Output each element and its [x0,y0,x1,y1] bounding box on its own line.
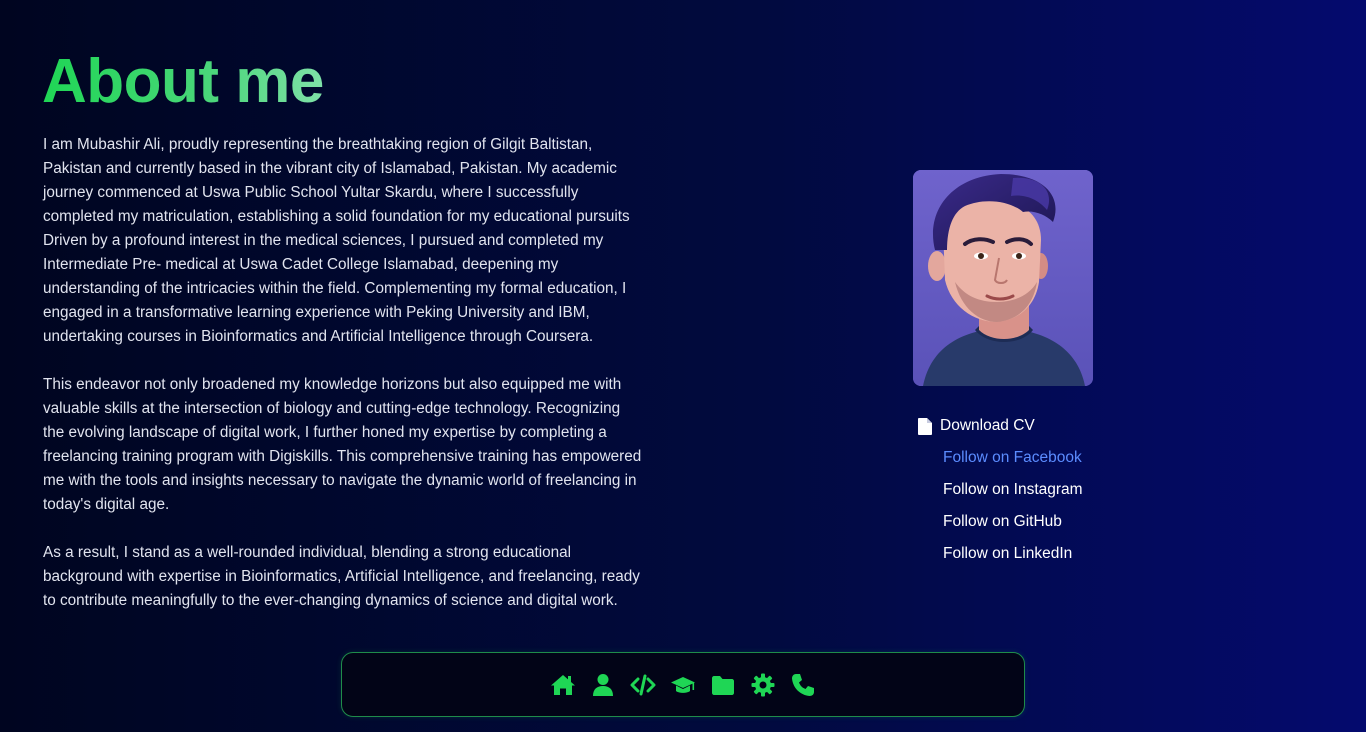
linkedin-link[interactable]: Follow on LinkedIn [918,538,1178,570]
avatar-portrait [913,170,1093,386]
folder-icon[interactable] [710,672,736,698]
home-icon[interactable] [550,672,576,698]
code-icon[interactable] [630,672,656,698]
download-cv-label: Download CV [940,417,1035,434]
bio-paragraph-2: This endeavor not only broadened my know… [43,376,642,513]
bottom-nav-bar [341,652,1025,717]
gear-icon[interactable] [750,672,776,698]
download-cv-link[interactable]: Download CV [918,410,1178,442]
profile-avatar [913,170,1093,386]
facebook-link[interactable]: Follow on Facebook [918,442,1178,474]
bio-section: I am Mubashir Ali, proudly representing … [43,133,643,613]
phone-icon[interactable] [790,672,816,698]
github-link[interactable]: Follow on GitHub [918,506,1178,538]
bio-paragraph-1: I am Mubashir Ali, proudly representing … [43,136,630,345]
document-icon [918,417,932,435]
instagram-link[interactable]: Follow on Instagram [918,474,1178,506]
bio-paragraph-3: As a result, I stand as a well-rounded i… [43,544,640,609]
graduation-cap-icon[interactable] [670,672,696,698]
user-icon[interactable] [590,672,616,698]
page-title: About me [42,47,324,116]
social-links: Download CV Follow on Facebook Follow on… [918,410,1178,570]
